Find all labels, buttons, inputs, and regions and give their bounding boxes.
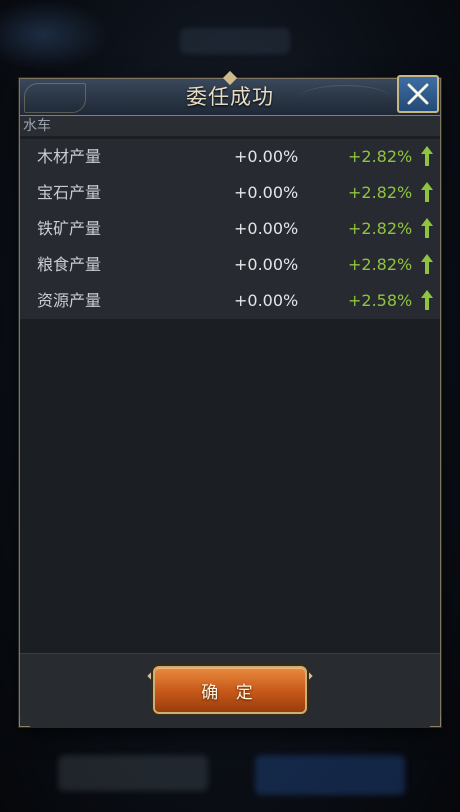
dialog-header: 委任成功 [20, 70, 440, 116]
close-button[interactable] [397, 75, 439, 113]
category-label: 水车 [23, 118, 51, 134]
background-button-blur [255, 755, 405, 795]
stat-bonus-value: +2.82% [348, 255, 413, 274]
arrow-up-icon [421, 182, 433, 202]
background-title-blur [180, 28, 290, 54]
stat-label: 资源产量 [37, 291, 102, 310]
confirm-button-label: 确 定 [201, 682, 259, 703]
arrow-up-icon [421, 218, 433, 238]
stat-bonus-value: +2.82% [348, 183, 413, 202]
arrow-up-icon [421, 290, 433, 310]
confirm-button[interactable]: 确 定 [153, 666, 307, 714]
appointment-success-dialog: 委任成功 水车 木材产量 +0.00% +2.82% 宝石产量 +0.00% +… [19, 70, 441, 727]
dialog-title: 委任成功 [186, 85, 274, 109]
category-bar: 水车 [20, 116, 440, 136]
stats-list: 木材产量 +0.00% +2.82% 宝石产量 +0.00% +2.82% 铁矿… [20, 139, 440, 319]
background-button-blur [58, 755, 208, 791]
stat-base-value: +0.00% [234, 291, 299, 310]
stat-base-value: +0.00% [234, 219, 299, 238]
frame-corner-ornament [430, 716, 441, 727]
stat-label: 铁矿产量 [37, 219, 102, 238]
frame-corner-ornament [19, 716, 30, 727]
stat-label: 宝石产量 [37, 183, 102, 202]
stat-base-value: +0.00% [234, 147, 299, 166]
stat-base-value: +0.00% [234, 255, 299, 274]
dialog-footer: 确 定 [20, 653, 440, 727]
arrow-up-icon [421, 146, 433, 166]
list-item: 资源产量 +0.00% +2.58% [20, 283, 440, 319]
arrow-up-icon [421, 254, 433, 274]
stat-label: 木材产量 [37, 147, 102, 166]
stat-base-value: +0.00% [234, 183, 299, 202]
stat-label: 粮食产量 [37, 255, 102, 274]
list-item: 宝石产量 +0.00% +2.82% [20, 175, 440, 211]
list-item: 粮食产量 +0.00% +2.82% [20, 247, 440, 283]
close-icon [407, 83, 429, 105]
list-item: 木材产量 +0.00% +2.82% [20, 139, 440, 175]
stat-bonus-value: +2.82% [348, 219, 413, 238]
background-scene [0, 0, 110, 70]
list-item: 铁矿产量 +0.00% +2.82% [20, 211, 440, 247]
stat-bonus-value: +2.82% [348, 147, 413, 166]
stat-bonus-value: +2.58% [348, 291, 413, 310]
